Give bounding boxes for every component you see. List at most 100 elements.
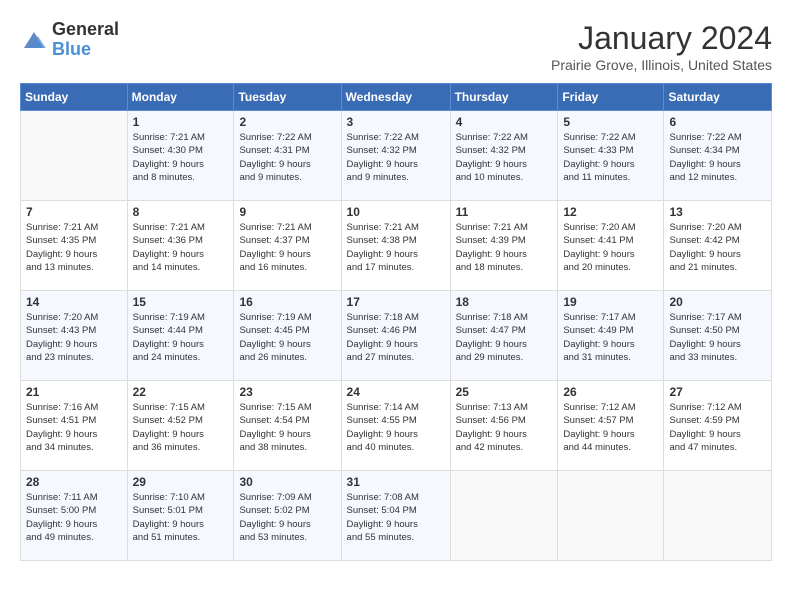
calendar-cell: 20 Sunrise: 7:17 AMSunset: 4:50 PMDayligh… [664,291,772,381]
day-info: Sunrise: 7:10 AMSunset: 5:01 PMDaylight:… [133,491,229,544]
day-info: Sunrise: 7:09 AMSunset: 5:02 PMDaylight:… [239,491,335,544]
day-info: Sunrise: 7:16 AMSunset: 4:51 PMDaylight:… [26,401,122,454]
day-info: Sunrise: 7:21 AMSunset: 4:30 PMDaylight:… [133,131,229,184]
day-header-wednesday: Wednesday [341,84,450,111]
day-header-saturday: Saturday [664,84,772,111]
day-info: Sunrise: 7:11 AMSunset: 5:00 PMDaylight:… [26,491,122,544]
day-info: Sunrise: 7:22 AMSunset: 4:34 PMDaylight:… [669,131,766,184]
calendar-week-2: 7Sunrise: 7:21 AMSunset: 4:35 PMDaylight… [21,201,772,291]
day-number: 28 [26,475,122,489]
day-number: 18 [456,295,553,309]
day-info: Sunrise: 7:17 AMSunset: 4:49 PMDaylight:… [563,311,658,364]
day-number: 27 [669,385,766,399]
day-number: 14 [26,295,122,309]
day-info: Sunrise: 7:22 AMSunset: 4:31 PMDaylight:… [239,131,335,184]
day-number: 13 [669,205,766,219]
day-info: Sunrise: 7:12 AMSunset: 4:57 PMDaylight:… [563,401,658,454]
logo-text: General Blue [52,20,119,60]
location: Prairie Grove, Illinois, United States [551,57,772,73]
calendar-cell: 15 Sunrise: 7:19 AMSunset: 4:44 PMDayligh… [127,291,234,381]
day-info: Sunrise: 7:20 AMSunset: 4:41 PMDaylight:… [563,221,658,274]
logo-icon [20,26,48,54]
day-number: 24 [347,385,445,399]
calendar-cell: 21 Sunrise: 7:16 AMSunset: 4:51 PMDayligh… [21,381,128,471]
day-number: 15 [133,295,229,309]
day-number: 23 [239,385,335,399]
month-title: January 2024 [551,20,772,57]
day-info: Sunrise: 7:13 AMSunset: 4:56 PMDaylight:… [456,401,553,454]
day-info: Sunrise: 7:22 AMSunset: 4:32 PMDaylight:… [456,131,553,184]
day-header-tuesday: Tuesday [234,84,341,111]
day-number: 20 [669,295,766,309]
calendar-cell: 16 Sunrise: 7:19 AMSunset: 4:45 PMDayligh… [234,291,341,381]
day-info: Sunrise: 7:22 AMSunset: 4:33 PMDaylight:… [563,131,658,184]
day-number: 29 [133,475,229,489]
day-number: 17 [347,295,445,309]
day-number: 10 [347,205,445,219]
calendar-cell: 8Sunrise: 7:21 AMSunset: 4:36 PMDaylight… [127,201,234,291]
calendar-body: 1 Sunrise: 7:21 AMSunset: 4:30 PMDaylight… [21,111,772,561]
calendar-cell: 11Sunrise: 7:21 AMSunset: 4:39 PMDayligh… [450,201,558,291]
calendar-cell: 22Sunrise: 7:15 AMSunset: 4:52 PMDayligh… [127,381,234,471]
calendar-cell [664,471,772,561]
day-info: Sunrise: 7:12 AMSunset: 4:59 PMDaylight:… [669,401,766,454]
calendar-cell: 3Sunrise: 7:22 AMSunset: 4:32 PMDaylight… [341,111,450,201]
day-info: Sunrise: 7:21 AMSunset: 4:35 PMDaylight:… [26,221,122,274]
logo-general: General [52,19,119,39]
calendar-cell: 18Sunrise: 7:18 AMSunset: 4:47 PMDayligh… [450,291,558,381]
page-header: General Blue January 2024 Prairie Grove,… [20,20,772,73]
day-number: 5 [563,115,658,129]
day-info: Sunrise: 7:21 AMSunset: 4:39 PMDaylight:… [456,221,553,274]
calendar-cell: 24 Sunrise: 7:14 AMSunset: 4:55 PMDayligh… [341,381,450,471]
calendar-header: SundayMondayTuesdayWednesdayThursdayFrid… [21,84,772,111]
day-number: 12 [563,205,658,219]
day-info: Sunrise: 7:19 AMSunset: 4:45 PMDaylight:… [239,311,335,364]
calendar-cell: 12 Sunrise: 7:20 AMSunset: 4:41 PMDayligh… [558,201,664,291]
calendar-cell: 9Sunrise: 7:21 AMSunset: 4:37 PMDaylight… [234,201,341,291]
days-of-week-row: SundayMondayTuesdayWednesdayThursdayFrid… [21,84,772,111]
day-number: 31 [347,475,445,489]
calendar-cell: 31 Sunrise: 7:08 AMSunset: 5:04 PMDayligh… [341,471,450,561]
day-info: Sunrise: 7:21 AMSunset: 4:38 PMDaylight:… [347,221,445,274]
day-info: Sunrise: 7:08 AMSunset: 5:04 PMDaylight:… [347,491,445,544]
calendar-cell: 17Sunrise: 7:18 AMSunset: 4:46 PMDayligh… [341,291,450,381]
day-info: Sunrise: 7:22 AMSunset: 4:32 PMDaylight:… [347,131,445,184]
day-header-sunday: Sunday [21,84,128,111]
calendar-cell: 27 Sunrise: 7:12 AMSunset: 4:59 PMDayligh… [664,381,772,471]
calendar-cell: 19 Sunrise: 7:17 AMSunset: 4:49 PMDayligh… [558,291,664,381]
calendar-cell: 5 Sunrise: 7:22 AMSunset: 4:33 PMDaylight… [558,111,664,201]
calendar-cell: 4 Sunrise: 7:22 AMSunset: 4:32 PMDaylight… [450,111,558,201]
logo-blue: Blue [52,39,91,59]
day-number: 16 [239,295,335,309]
calendar-cell: 7Sunrise: 7:21 AMSunset: 4:35 PMDaylight… [21,201,128,291]
day-info: Sunrise: 7:15 AMSunset: 4:54 PMDaylight:… [239,401,335,454]
day-number: 26 [563,385,658,399]
calendar-week-5: 28 Sunrise: 7:11 AMSunset: 5:00 PMDayligh… [21,471,772,561]
calendar-cell: 6Sunrise: 7:22 AMSunset: 4:34 PMDaylight… [664,111,772,201]
day-info: Sunrise: 7:17 AMSunset: 4:50 PMDaylight:… [669,311,766,364]
calendar-cell: 14 Sunrise: 7:20 AMSunset: 4:43 PMDayligh… [21,291,128,381]
day-header-friday: Friday [558,84,664,111]
day-info: Sunrise: 7:20 AMSunset: 4:43 PMDaylight:… [26,311,122,364]
day-header-thursday: Thursday [450,84,558,111]
day-info: Sunrise: 7:19 AMSunset: 4:44 PMDaylight:… [133,311,229,364]
day-number: 25 [456,385,553,399]
day-info: Sunrise: 7:20 AMSunset: 4:42 PMDaylight:… [669,221,766,274]
day-number: 30 [239,475,335,489]
calendar-cell: 30 Sunrise: 7:09 AMSunset: 5:02 PMDayligh… [234,471,341,561]
day-info: Sunrise: 7:14 AMSunset: 4:55 PMDaylight:… [347,401,445,454]
calendar-week-1: 1 Sunrise: 7:21 AMSunset: 4:30 PMDaylight… [21,111,772,201]
calendar-cell: 13 Sunrise: 7:20 AMSunset: 4:42 PMDayligh… [664,201,772,291]
calendar-cell: 1 Sunrise: 7:21 AMSunset: 4:30 PMDaylight… [127,111,234,201]
logo: General Blue [20,20,119,60]
calendar-week-3: 14 Sunrise: 7:20 AMSunset: 4:43 PMDayligh… [21,291,772,381]
calendar-cell: 26 Sunrise: 7:12 AMSunset: 4:57 PMDayligh… [558,381,664,471]
day-number: 19 [563,295,658,309]
day-number: 4 [456,115,553,129]
day-number: 21 [26,385,122,399]
day-number: 2 [239,115,335,129]
day-number: 1 [133,115,229,129]
day-info: Sunrise: 7:21 AMSunset: 4:36 PMDaylight:… [133,221,229,274]
calendar-cell: 29 Sunrise: 7:10 AMSunset: 5:01 PMDayligh… [127,471,234,561]
day-info: Sunrise: 7:21 AMSunset: 4:37 PMDaylight:… [239,221,335,274]
